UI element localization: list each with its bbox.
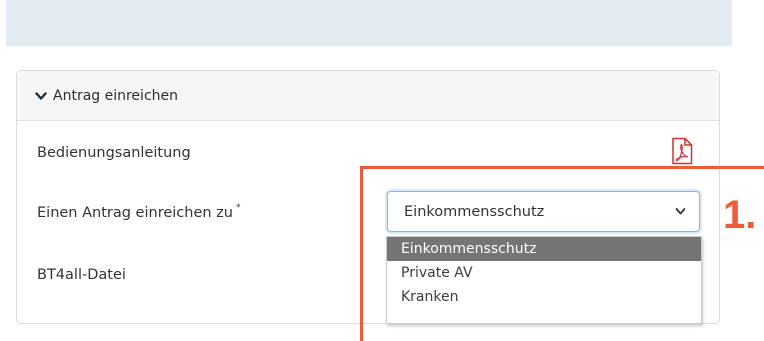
required-mark: *	[235, 203, 241, 213]
option-einkommensschutz[interactable]: Einkommensschutz	[387, 237, 701, 261]
chevron-down-icon	[35, 91, 47, 100]
annotation-box-top	[360, 166, 764, 169]
select-dropdown: Einkommensschutz Private AV Kranken	[386, 236, 702, 324]
option-private-av[interactable]: Private AV	[387, 261, 701, 285]
top-band	[6, 0, 732, 46]
manual-label: Bedienungsanleitung	[37, 145, 191, 161]
chevron-down-icon	[675, 208, 686, 215]
annotation-box-left	[360, 166, 363, 341]
pdf-icon[interactable]	[671, 137, 693, 165]
panel-title: Antrag einreichen	[53, 87, 178, 104]
bt4all-label: BT4all-Datei	[37, 267, 126, 283]
select-value: Einkommensschutz	[404, 203, 545, 220]
panel-header[interactable]: Antrag einreichen	[17, 71, 719, 121]
request-type-select[interactable]: Einkommensschutz	[387, 191, 700, 232]
request-label: Einen Antrag einreichen zu *	[37, 203, 241, 221]
option-kranken[interactable]: Kranken	[387, 285, 701, 309]
annotation-number: 1.	[723, 193, 757, 237]
